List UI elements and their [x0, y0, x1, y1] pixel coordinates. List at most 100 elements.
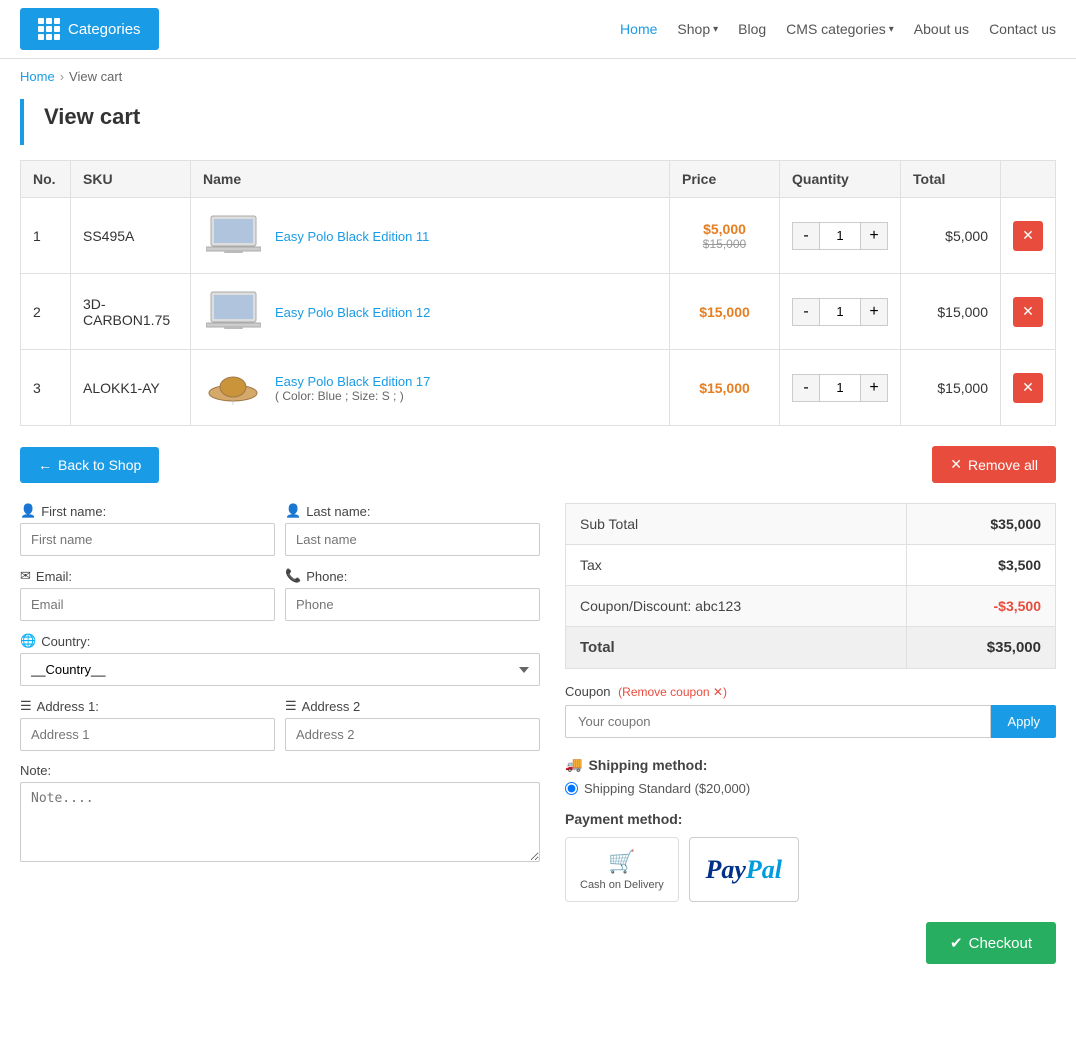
col-name: Name	[191, 161, 670, 198]
total-row: Total $35,000	[566, 627, 1056, 669]
list-icon: ☰	[285, 698, 297, 714]
country-select[interactable]: __Country__	[20, 653, 540, 686]
qty-decrease-button[interactable]: -	[792, 222, 820, 250]
user-icon: 👤	[285, 503, 301, 519]
subtotal-value: $35,000	[906, 504, 1055, 545]
row-action: ✕	[1001, 274, 1056, 350]
nav-shop[interactable]: Shop ▾	[677, 21, 718, 37]
nav-about[interactable]: About us	[914, 21, 969, 37]
times-icon: ✕	[950, 456, 962, 473]
shipping-option[interactable]: Shipping Standard ($20,000)	[565, 781, 1056, 796]
last-name-group: 👤 Last name:	[285, 503, 540, 556]
total-label: Total	[566, 627, 907, 669]
product-link[interactable]: Easy Polo Black Edition 11	[275, 229, 429, 244]
row-sku: 3D-CARBON1.75	[71, 274, 191, 350]
payment-title: Payment method:	[565, 811, 1056, 827]
grid-icon	[38, 18, 60, 40]
qty-input[interactable]	[820, 374, 860, 402]
breadcrumb-current: View cart	[69, 69, 122, 84]
qty-decrease-button[interactable]: -	[792, 298, 820, 326]
col-action	[1001, 161, 1056, 198]
coupon-input-row: Apply	[565, 705, 1056, 738]
shipping-radio[interactable]	[565, 782, 578, 795]
phone-label: 📞 Phone:	[285, 568, 540, 584]
first-name-group: 👤 First name:	[20, 503, 275, 556]
contact-row: ✉ Email: 📞 Phone:	[20, 568, 540, 621]
coupon-label-row: Coupon (Remove coupon ✕)	[565, 684, 1056, 699]
nav-home[interactable]: Home	[620, 21, 657, 37]
address1-group: ☰ Address 1:	[20, 698, 275, 751]
breadcrumb: Home › View cart	[0, 59, 1076, 94]
truck-icon: 🚚	[565, 756, 582, 773]
page-title-wrap: View cart	[20, 99, 1056, 145]
email-field[interactable]	[20, 588, 275, 621]
row-qty: - +	[780, 198, 901, 274]
back-to-shop-button[interactable]: ← Back to Shop	[20, 447, 159, 483]
globe-icon: 🌐	[20, 633, 36, 649]
first-name-field[interactable]	[20, 523, 275, 556]
coupon-section: Coupon (Remove coupon ✕) Apply	[565, 684, 1056, 738]
qty-increase-button[interactable]: +	[860, 374, 888, 402]
note-group: Note:	[20, 763, 540, 865]
total-value: $35,000	[906, 627, 1055, 669]
product-link[interactable]: Easy Polo Black Edition 17	[275, 374, 430, 389]
chevron-down-icon: ▾	[713, 24, 718, 35]
cart-table: No. SKU Name Price Quantity Total 1 SS49…	[20, 160, 1056, 426]
nav-blog[interactable]: Blog	[738, 21, 766, 37]
last-name-field[interactable]	[285, 523, 540, 556]
paypal-option[interactable]: PayPal	[689, 837, 799, 902]
country-group: 🌐 Country: __Country__	[20, 633, 540, 686]
row-price: $15,000	[670, 350, 780, 426]
row-action: ✕	[1001, 350, 1056, 426]
breadcrumb-separator: ›	[60, 69, 64, 84]
remove-all-button[interactable]: ✕ Remove all	[932, 446, 1056, 483]
address2-group: ☰ Address 2	[285, 698, 540, 751]
remove-item-button[interactable]: ✕	[1013, 297, 1043, 327]
qty-increase-button[interactable]: +	[860, 222, 888, 250]
cart-actions: ← Back to Shop ✕ Remove all	[20, 446, 1056, 483]
phone-icon: 📞	[285, 568, 301, 584]
coupon-row: Coupon/Discount: abc123 -$3,500	[566, 586, 1056, 627]
summary-table: Sub Total $35,000 Tax $3,500 Coupon/Disc…	[565, 503, 1056, 669]
cod-option[interactable]: 🛒 Cash on Delivery	[565, 837, 679, 902]
address2-label: ☰ Address 2	[285, 698, 540, 714]
list-icon: ☰	[20, 698, 32, 714]
nav-cms[interactable]: CMS categories ▾	[786, 21, 894, 37]
subtotal-row: Sub Total $35,000	[566, 504, 1056, 545]
categories-button[interactable]: Categories	[20, 8, 159, 50]
product-link[interactable]: Easy Polo Black Edition 12	[275, 305, 430, 320]
remove-coupon-button[interactable]: (Remove coupon ✕)	[618, 685, 727, 699]
note-label: Note:	[20, 763, 540, 778]
remove-item-button[interactable]: ✕	[1013, 221, 1043, 251]
shipping-title: 🚚 Shipping method:	[565, 756, 1056, 773]
row-sku: SS495A	[71, 198, 191, 274]
country-label: 🌐 Country:	[20, 633, 540, 649]
email-label: ✉ Email:	[20, 568, 275, 584]
phone-field[interactable]	[285, 588, 540, 621]
remove-item-button[interactable]: ✕	[1013, 373, 1043, 403]
qty-input[interactable]	[820, 298, 860, 326]
envelope-icon: ✉	[20, 568, 31, 584]
checkout-button[interactable]: ✔ Checkout	[926, 922, 1056, 964]
breadcrumb-home[interactable]: Home	[20, 69, 55, 84]
row-price: $15,000	[670, 274, 780, 350]
coupon-input[interactable]	[565, 705, 991, 738]
row-name: Easy Polo Black Edition 17 ( Color: Blue…	[191, 350, 670, 426]
table-row: 3 ALOKK1-AY Easy Polo Black Edition 17 (…	[21, 350, 1056, 426]
row-sku: ALOKK1-AY	[71, 350, 191, 426]
qty-decrease-button[interactable]: -	[792, 374, 820, 402]
address1-label: ☰ Address 1:	[20, 698, 275, 714]
nav-contact[interactable]: Contact us	[989, 21, 1056, 37]
qty-input[interactable]	[820, 222, 860, 250]
first-name-label: 👤 First name:	[20, 503, 275, 519]
main-nav: Home Shop ▾ Blog CMS categories ▾ About …	[620, 21, 1056, 37]
address1-field[interactable]	[20, 718, 275, 751]
coupon-value: -$3,500	[906, 586, 1055, 627]
qty-increase-button[interactable]: +	[860, 298, 888, 326]
address2-field[interactable]	[285, 718, 540, 751]
apply-coupon-button[interactable]: Apply	[991, 705, 1056, 738]
tax-value: $3,500	[906, 545, 1055, 586]
note-field[interactable]	[20, 782, 540, 862]
col-sku: SKU	[71, 161, 191, 198]
row-total: $15,000	[901, 350, 1001, 426]
